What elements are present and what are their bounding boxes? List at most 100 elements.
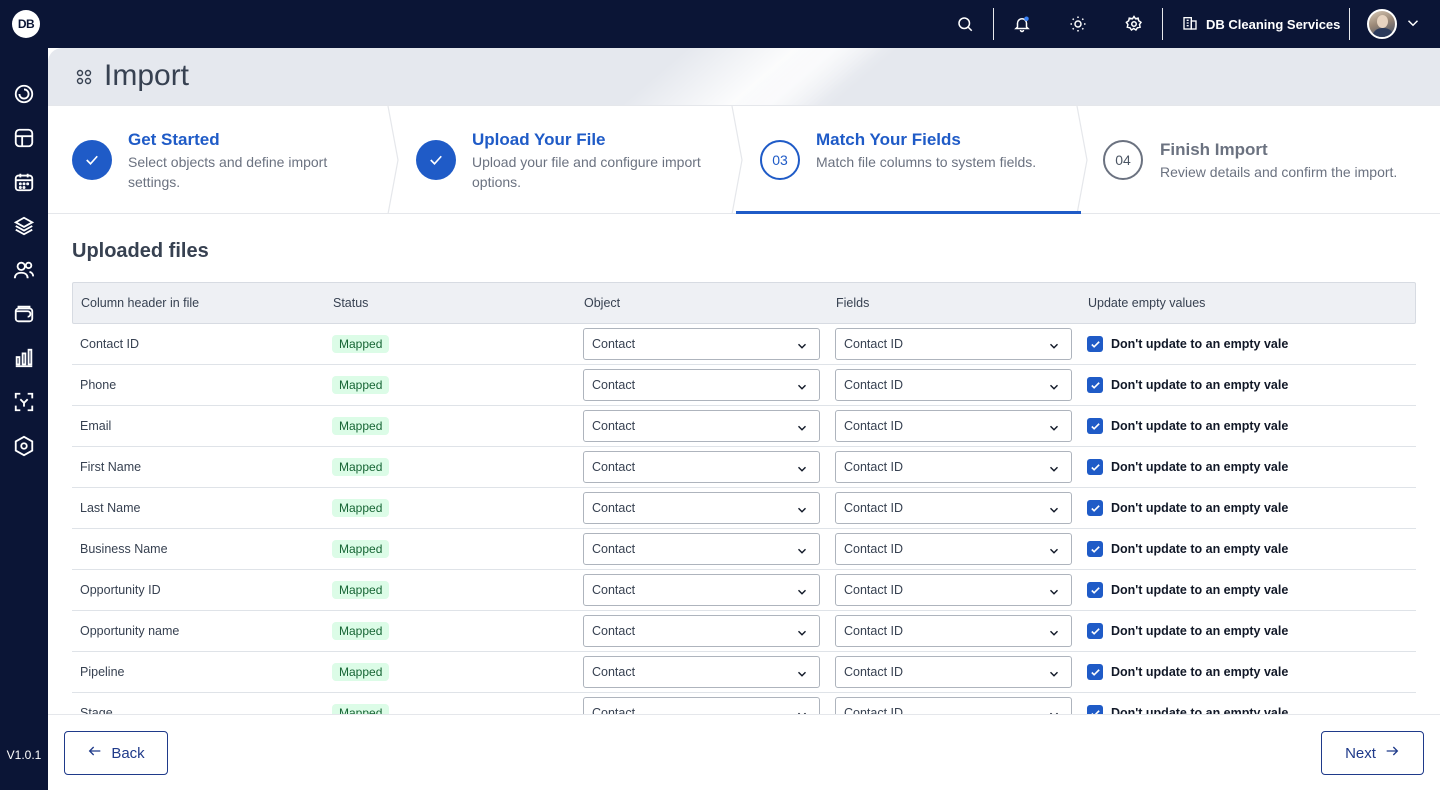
check-icon bbox=[1090, 626, 1101, 637]
object-select-value: Contact bbox=[592, 337, 636, 351]
status-badge: Mapped bbox=[332, 622, 390, 640]
field-select[interactable]: Contact ID bbox=[835, 697, 1072, 714]
sun-icon[interactable] bbox=[1066, 12, 1090, 36]
chevron-down-icon bbox=[795, 503, 809, 520]
object-select-value: Contact bbox=[592, 501, 636, 515]
chevron-down-icon bbox=[795, 380, 809, 397]
top-bar: DB DB Cleaning Services bbox=[0, 0, 1440, 48]
topbar-divider bbox=[1162, 8, 1163, 40]
grid-icon bbox=[76, 69, 92, 90]
object-select[interactable]: Contact bbox=[583, 451, 820, 483]
chevron-down-icon bbox=[1047, 544, 1061, 561]
wallet-icon[interactable] bbox=[12, 302, 36, 326]
object-select-value: Contact bbox=[592, 624, 636, 638]
sidebar: V1.0.1 bbox=[0, 48, 48, 790]
step-match-your-fields[interactable]: 03 Match Your Fields Match file columns … bbox=[736, 106, 1081, 214]
field-select-value: Contact ID bbox=[844, 337, 904, 351]
update-empty-checkbox[interactable] bbox=[1087, 418, 1103, 434]
table-row: Business Name Mapped Contact Contact ID Don'… bbox=[72, 529, 1416, 570]
table-row: Pipeline Mapped Contact Contact ID Don't upd… bbox=[72, 652, 1416, 693]
chevron-down-icon[interactable] bbox=[1404, 14, 1422, 37]
field-select-value: Contact ID bbox=[844, 501, 904, 515]
table-header: Column header in file Status Object Fiel… bbox=[72, 282, 1416, 324]
update-empty-checkbox[interactable] bbox=[1087, 541, 1103, 557]
bar-chart-icon[interactable] bbox=[12, 346, 36, 370]
gear-icon[interactable] bbox=[1122, 12, 1146, 36]
table-row: Opportunity name Mapped Contact Contact ID D… bbox=[72, 611, 1416, 652]
step-finish-import[interactable]: 04 Finish Import Review details and conf… bbox=[1081, 106, 1440, 214]
column-header-name: Contact ID bbox=[80, 337, 140, 351]
field-select[interactable]: Contact ID bbox=[835, 451, 1072, 483]
step-number: 03 bbox=[760, 140, 800, 180]
object-select[interactable]: Contact bbox=[583, 492, 820, 524]
check-icon bbox=[1090, 339, 1101, 350]
chevron-down-icon bbox=[795, 462, 809, 479]
object-select[interactable]: Contact bbox=[583, 697, 820, 714]
bell-icon[interactable] bbox=[1010, 12, 1034, 36]
object-select[interactable]: Contact bbox=[583, 574, 820, 606]
field-select[interactable]: Contact ID bbox=[835, 656, 1072, 688]
arrow-right-icon bbox=[1384, 743, 1400, 763]
field-select[interactable]: Contact ID bbox=[835, 533, 1072, 565]
check-icon bbox=[416, 140, 456, 180]
object-select[interactable]: Contact bbox=[583, 656, 820, 688]
calendar-icon[interactable] bbox=[12, 170, 36, 194]
back-button[interactable]: Back bbox=[64, 731, 168, 775]
update-empty-checkbox[interactable] bbox=[1087, 377, 1103, 393]
table-row: Opportunity ID Mapped Contact Contact ID Don… bbox=[72, 570, 1416, 611]
users-icon[interactable] bbox=[12, 258, 36, 282]
app-logo[interactable]: DB bbox=[12, 10, 40, 38]
field-select[interactable]: Contact ID bbox=[835, 574, 1072, 606]
update-empty-checkbox[interactable] bbox=[1087, 623, 1103, 639]
update-empty-label: Don't update to an empty vale bbox=[1111, 706, 1289, 714]
hexagon-settings-icon[interactable] bbox=[12, 434, 36, 458]
update-empty-label: Don't update to an empty vale bbox=[1111, 378, 1289, 392]
update-empty-checkbox[interactable] bbox=[1087, 705, 1103, 714]
header-update-empty-values: Update empty values bbox=[1088, 296, 1206, 310]
company-name: DB Cleaning Services bbox=[1206, 16, 1341, 32]
update-empty-checkbox[interactable] bbox=[1087, 459, 1103, 475]
layers-icon[interactable] bbox=[12, 214, 36, 238]
step-get-started[interactable]: Get Started Select objects and define im… bbox=[48, 106, 392, 214]
column-header-name: Last Name bbox=[80, 501, 141, 515]
field-select[interactable]: Contact ID bbox=[835, 328, 1072, 360]
update-empty-checkbox[interactable] bbox=[1087, 336, 1103, 352]
field-select[interactable]: Contact ID bbox=[835, 615, 1072, 647]
field-select[interactable]: Contact ID bbox=[835, 410, 1072, 442]
object-select[interactable]: Contact bbox=[583, 410, 820, 442]
update-empty-label: Don't update to an empty vale bbox=[1111, 419, 1289, 433]
update-empty-checkbox[interactable] bbox=[1087, 664, 1103, 680]
arrow-left-icon bbox=[87, 743, 103, 763]
search-icon[interactable] bbox=[953, 12, 977, 36]
chevron-down-icon bbox=[1047, 462, 1061, 479]
company-switcher[interactable]: DB Cleaning Services bbox=[1182, 0, 1340, 48]
field-select[interactable]: Contact ID bbox=[835, 492, 1072, 524]
chevron-down-icon bbox=[1047, 667, 1061, 684]
update-empty-checkbox[interactable] bbox=[1087, 500, 1103, 516]
check-icon bbox=[1090, 503, 1101, 514]
spinner-icon[interactable] bbox=[12, 82, 36, 106]
status-badge: Mapped bbox=[332, 376, 390, 394]
field-select-value: Contact ID bbox=[844, 419, 904, 433]
object-select[interactable]: Contact bbox=[583, 615, 820, 647]
step-description: Select objects and define import setting… bbox=[128, 154, 328, 190]
object-select[interactable]: Contact bbox=[583, 369, 820, 401]
object-select-value: Contact bbox=[592, 665, 636, 679]
table-row: First Name Mapped Contact Contact ID Don't u… bbox=[72, 447, 1416, 488]
avatar[interactable] bbox=[1367, 9, 1397, 39]
chevron-down-icon bbox=[795, 544, 809, 561]
field-select[interactable]: Contact ID bbox=[835, 369, 1072, 401]
object-select[interactable]: Contact bbox=[583, 533, 820, 565]
header-object: Object bbox=[584, 296, 621, 310]
step-upload-your-file[interactable]: Upload Your File Upload your file and co… bbox=[392, 106, 736, 214]
chevron-down-icon bbox=[795, 626, 809, 643]
topbar-divider bbox=[1349, 8, 1350, 40]
chevron-down-icon bbox=[795, 339, 809, 356]
next-button[interactable]: Next bbox=[1321, 731, 1424, 775]
update-empty-checkbox[interactable] bbox=[1087, 582, 1103, 598]
layout-icon[interactable] bbox=[12, 126, 36, 150]
building-icon bbox=[1182, 15, 1198, 34]
scan-icon[interactable] bbox=[12, 390, 36, 414]
update-empty-label: Don't update to an empty vale bbox=[1111, 624, 1289, 638]
object-select[interactable]: Contact bbox=[583, 328, 820, 360]
